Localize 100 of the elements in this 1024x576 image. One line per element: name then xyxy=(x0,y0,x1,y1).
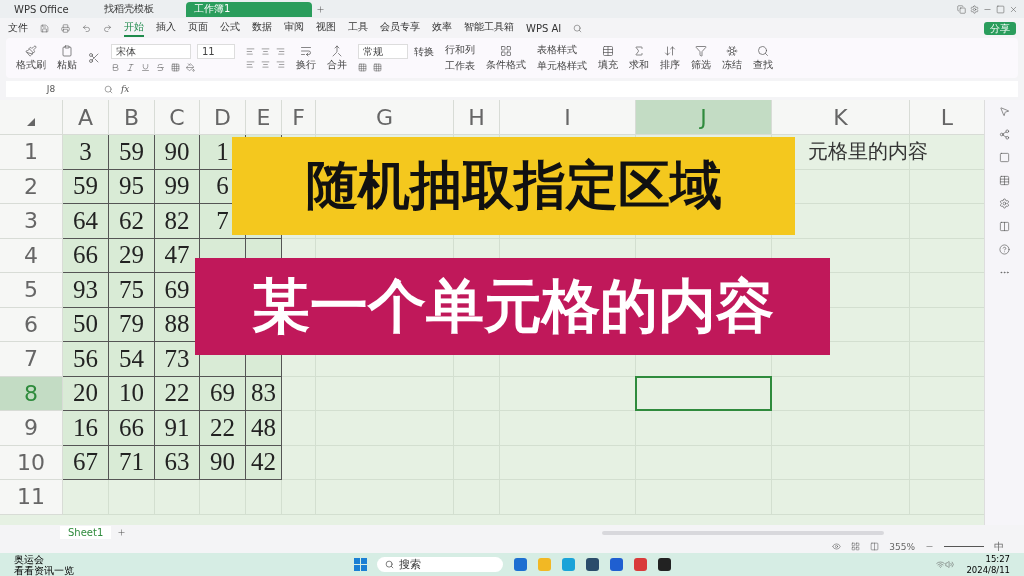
strikethrough-icon[interactable] xyxy=(156,63,165,72)
save-icon[interactable] xyxy=(40,23,49,33)
panel-icon[interactable] xyxy=(999,221,1010,232)
tool-label[interactable]: 填充 xyxy=(598,59,618,71)
zoom-level[interactable]: 355% xyxy=(889,541,915,552)
table-style-label[interactable]: 表格样式 xyxy=(537,44,587,56)
paintbrush-icon[interactable] xyxy=(25,45,37,57)
clipboard-icon[interactable] xyxy=(61,45,73,57)
number-format-field[interactable]: 常规 xyxy=(358,44,408,59)
row-header[interactable]: 11 xyxy=(0,480,63,515)
ai-tab[interactable]: WPS AI xyxy=(526,22,562,34)
function-label[interactable]: fx xyxy=(121,84,130,94)
align-left-icon[interactable] xyxy=(246,60,255,69)
column-header[interactable]: H xyxy=(454,100,500,135)
search-field[interactable]: 搜索 xyxy=(377,557,503,572)
align-right-icon[interactable] xyxy=(276,47,285,56)
tool-label[interactable]: 筛选 xyxy=(691,59,711,71)
column-header[interactable]: C xyxy=(155,100,200,135)
tool-label[interactable]: 排序 xyxy=(660,59,680,71)
volume-icon[interactable] xyxy=(945,560,955,569)
column-header[interactable]: G xyxy=(316,100,454,135)
italic-icon[interactable] xyxy=(126,63,135,72)
ribbon-tab[interactable]: 数据 xyxy=(252,19,272,37)
frame-icon[interactable] xyxy=(999,152,1010,163)
number-style-icon[interactable] xyxy=(358,63,367,72)
paste-label[interactable]: 粘贴 xyxy=(57,59,77,71)
ribbon-tab[interactable]: 效率 xyxy=(432,19,452,37)
zoom-icon[interactable] xyxy=(104,84,113,94)
decimal-icon[interactable] xyxy=(373,63,382,72)
ribbon-tab[interactable]: 会员专享 xyxy=(380,19,420,37)
tool-label[interactable]: 查找 xyxy=(753,59,773,71)
ribbon-tab[interactable]: 公式 xyxy=(220,19,240,37)
column-header[interactable]: L xyxy=(910,100,985,135)
ribbon-tab[interactable]: 插入 xyxy=(156,19,176,37)
row-header[interactable]: 1 xyxy=(0,135,63,170)
gear-icon[interactable] xyxy=(999,198,1010,209)
share-icon[interactable] xyxy=(999,129,1010,140)
tool-icon[interactable] xyxy=(664,45,676,57)
column-header[interactable]: F xyxy=(282,100,316,135)
bold-icon[interactable] xyxy=(111,63,120,72)
row-header[interactable]: 4 xyxy=(0,238,63,273)
row-header[interactable]: 5 xyxy=(0,273,63,308)
print-icon[interactable] xyxy=(61,23,70,33)
align-left-icon[interactable] xyxy=(246,47,255,56)
rows-columns-label[interactable]: 行和列 xyxy=(445,44,475,56)
pointer-icon[interactable] xyxy=(999,106,1010,117)
wrap-icon[interactable] xyxy=(300,45,312,57)
row-header[interactable]: 6 xyxy=(0,307,63,342)
file-menu[interactable]: 文件 xyxy=(8,21,28,35)
document-tab[interactable]: WPS Office xyxy=(6,1,92,17)
ribbon-tab[interactable]: 视图 xyxy=(316,19,336,37)
redo-icon[interactable] xyxy=(103,23,112,33)
align-right-icon[interactable] xyxy=(276,60,285,69)
row-header[interactable]: 10 xyxy=(0,445,63,480)
conditional-format-label[interactable]: 条件格式 xyxy=(486,59,526,71)
align-center-icon[interactable] xyxy=(261,60,270,69)
font-field[interactable]: 宋体 xyxy=(111,44,191,59)
search-icon[interactable] xyxy=(573,23,583,33)
tool-icon[interactable] xyxy=(633,45,645,57)
tool-icon[interactable] xyxy=(602,45,614,57)
border-icon[interactable] xyxy=(171,63,180,72)
column-header[interactable]: I xyxy=(500,100,636,135)
help-icon[interactable] xyxy=(999,244,1010,255)
horizontal-scrollbar[interactable] xyxy=(602,530,884,535)
add-sheet-icon[interactable] xyxy=(117,528,127,537)
align-center-icon[interactable] xyxy=(261,47,270,56)
worksheet-label[interactable]: 工作表 xyxy=(445,60,475,72)
ribbon-tab[interactable]: 智能工具箱 xyxy=(464,19,514,37)
table-icon[interactable] xyxy=(999,175,1010,186)
column-header[interactable]: K xyxy=(772,100,910,135)
cut-icon[interactable] xyxy=(88,52,100,64)
tool-label[interactable]: 求和 xyxy=(629,59,649,71)
fill-color-icon[interactable] xyxy=(186,63,195,72)
cell-style-label[interactable]: 单元格样式 xyxy=(537,60,587,72)
maximize-icon[interactable] xyxy=(996,4,1005,14)
sheet-tab[interactable]: Sheet1 xyxy=(60,526,112,539)
underline-icon[interactable] xyxy=(141,63,150,72)
column-header[interactable]: A xyxy=(63,100,109,135)
eye-icon[interactable] xyxy=(832,542,842,551)
wifi-icon[interactable] xyxy=(936,560,946,569)
widget-subtitle[interactable]: 看看资讯一览 xyxy=(14,564,354,576)
convert-label[interactable]: 转换 xyxy=(414,45,434,58)
tool-icon[interactable] xyxy=(695,45,707,57)
start-icon[interactable] xyxy=(354,558,367,571)
app-icon[interactable] xyxy=(658,558,671,571)
normal-view-icon[interactable] xyxy=(851,542,861,551)
active-cell[interactable] xyxy=(635,375,772,411)
tool-icon[interactable] xyxy=(757,45,769,57)
merge-label[interactable]: 合并 xyxy=(327,59,347,71)
column-header[interactable]: E xyxy=(246,100,282,135)
app-icon[interactable] xyxy=(586,558,599,571)
row-header[interactable]: 9 xyxy=(0,411,63,446)
row-header[interactable]: 7 xyxy=(0,342,63,377)
undo-icon[interactable] xyxy=(82,23,91,33)
row-header[interactable]: 3 xyxy=(0,204,63,239)
page-view-icon[interactable] xyxy=(870,542,880,551)
tool-icon[interactable] xyxy=(726,45,738,57)
widget-title[interactable]: 奥运会 xyxy=(14,553,354,565)
row-header[interactable]: 2 xyxy=(0,169,63,204)
tool-label[interactable]: 冻结 xyxy=(722,59,742,71)
